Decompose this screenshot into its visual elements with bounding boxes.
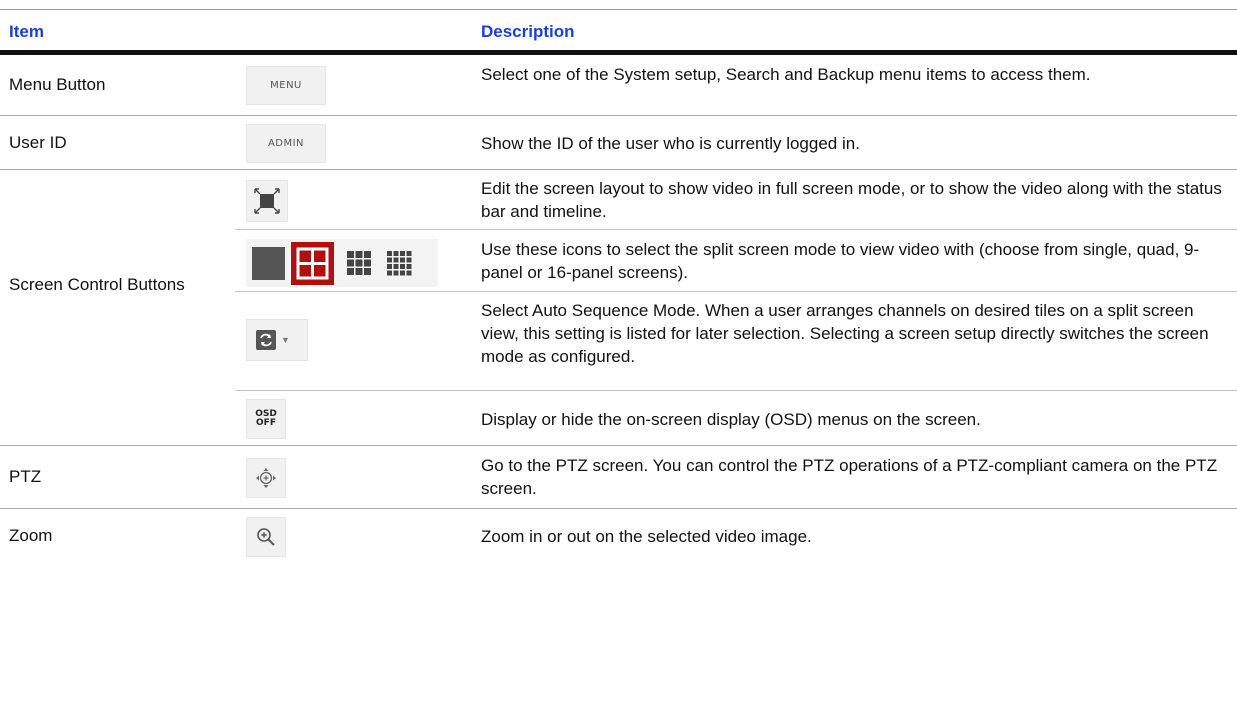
ptz-move-icon[interactable] [246, 458, 286, 498]
table-subrow: Edit the screen layout to show video in … [235, 170, 1237, 230]
row-description: Select Auto Sequence Mode. When a user a… [481, 301, 1209, 366]
table-row: Zoom Zoom in or out on the selected vide… [0, 509, 1237, 564]
osd-off-icon[interactable]: OSD OFF [246, 399, 286, 439]
row-item-zoom: Zoom [9, 526, 53, 545]
table-row: PTZ Go to the PTZ screen. You can contro… [0, 446, 1237, 509]
quad-split-icon[interactable] [291, 241, 334, 285]
header-description: Description [481, 22, 575, 41]
sixteen-split-icon[interactable] [386, 250, 412, 276]
table-row: User ID ADMIN Show the ID of the user wh… [0, 116, 1237, 170]
row-item-menu-button: Menu Button [9, 75, 106, 94]
split-mode-strip [246, 239, 438, 287]
table-subrow: Use these icons to select the split scre… [235, 230, 1237, 292]
row-description: Zoom in or out on the selected video ima… [481, 527, 812, 546]
auto-sequence-icon[interactable]: ▼ [246, 319, 308, 361]
row-item-ptz: PTZ [9, 467, 42, 486]
table-header: Item Description [0, 10, 1237, 55]
zoom-in-icon[interactable] [246, 517, 286, 557]
fullscreen-icon[interactable] [246, 180, 288, 222]
screen-control-subrows: Edit the screen layout to show video in … [235, 170, 1237, 446]
header-item: Item [9, 22, 44, 41]
single-split-icon[interactable] [252, 246, 285, 280]
table-subrow: ▼ Select Auto Sequence Mode. When a user… [235, 292, 1237, 391]
row-item-user-id: User ID [9, 133, 67, 152]
nine-split-icon[interactable] [346, 250, 372, 276]
row-description: Display or hide the on-screen display (O… [481, 410, 981, 429]
row-item-screen-control: Screen Control Buttons [9, 275, 185, 294]
table-row: Menu Button MENU Select one of the Syste… [0, 55, 1237, 116]
menu-button-icon[interactable]: MENU [246, 66, 326, 105]
row-description: Show the ID of the user who is currently… [481, 134, 860, 153]
controls-table: Item Description Menu Button MENU Select… [0, 9, 1237, 564]
row-description: Go to the PTZ screen. You can control th… [481, 456, 1218, 498]
row-description: Use these icons to select the split scre… [481, 240, 1200, 282]
admin-id-icon[interactable]: ADMIN [246, 124, 326, 163]
chevron-down-icon: ▼ [281, 335, 290, 345]
screen-control-group: Screen Control Buttons Edit the screen l… [0, 170, 1237, 446]
table-subrow: OSD OFF Display or hide the on-screen di… [235, 391, 1237, 446]
row-description: Select one of the System setup, Search a… [481, 65, 1091, 84]
row-description: Edit the screen layout to show video in … [481, 179, 1222, 221]
